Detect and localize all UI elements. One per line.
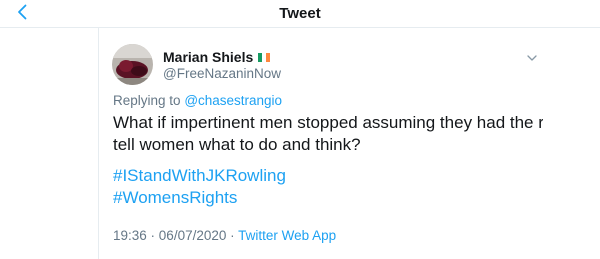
hashtag-link[interactable]: #WomensRights (113, 188, 237, 208)
reply-prefix: Replying to (113, 93, 181, 108)
tweet-meta: 19:36 · 06/07/2020 · Twitter Web App (113, 228, 336, 243)
chevron-down-icon[interactable] (526, 52, 538, 64)
avatar-photo (112, 44, 153, 85)
meta-separator: · (146, 228, 159, 243)
author-name[interactable]: Marian Shiels (163, 49, 271, 65)
tweet-text: What if impertinent men stopped assuming… (113, 112, 543, 156)
hashtag-link[interactable]: #IStandWithJKRowling (113, 166, 286, 186)
author-handle[interactable]: @FreeNazaninNow (163, 66, 281, 81)
tweet-time[interactable]: 19:36 (113, 228, 147, 243)
reply-context: Replying to @chasestrangio (113, 93, 282, 108)
meta-separator: · (226, 228, 239, 243)
column-divider (98, 28, 99, 259)
tweet-text-line: What if impertinent men stopped assuming… (113, 113, 543, 132)
tweet-text-line: tell women what to do and think? (113, 135, 361, 154)
author-name-label: Marian Shiels (163, 49, 254, 65)
avatar[interactable] (112, 44, 153, 85)
page-title: Tweet (279, 5, 321, 22)
header-bar: Tweet (0, 0, 600, 28)
tweet-date[interactable]: 06/07/2020 (159, 228, 227, 243)
ireland-flag-icon (258, 52, 271, 62)
tweet-source-link[interactable]: Twitter Web App (238, 228, 336, 243)
reply-mention-link[interactable]: @chasestrangio (184, 93, 282, 108)
